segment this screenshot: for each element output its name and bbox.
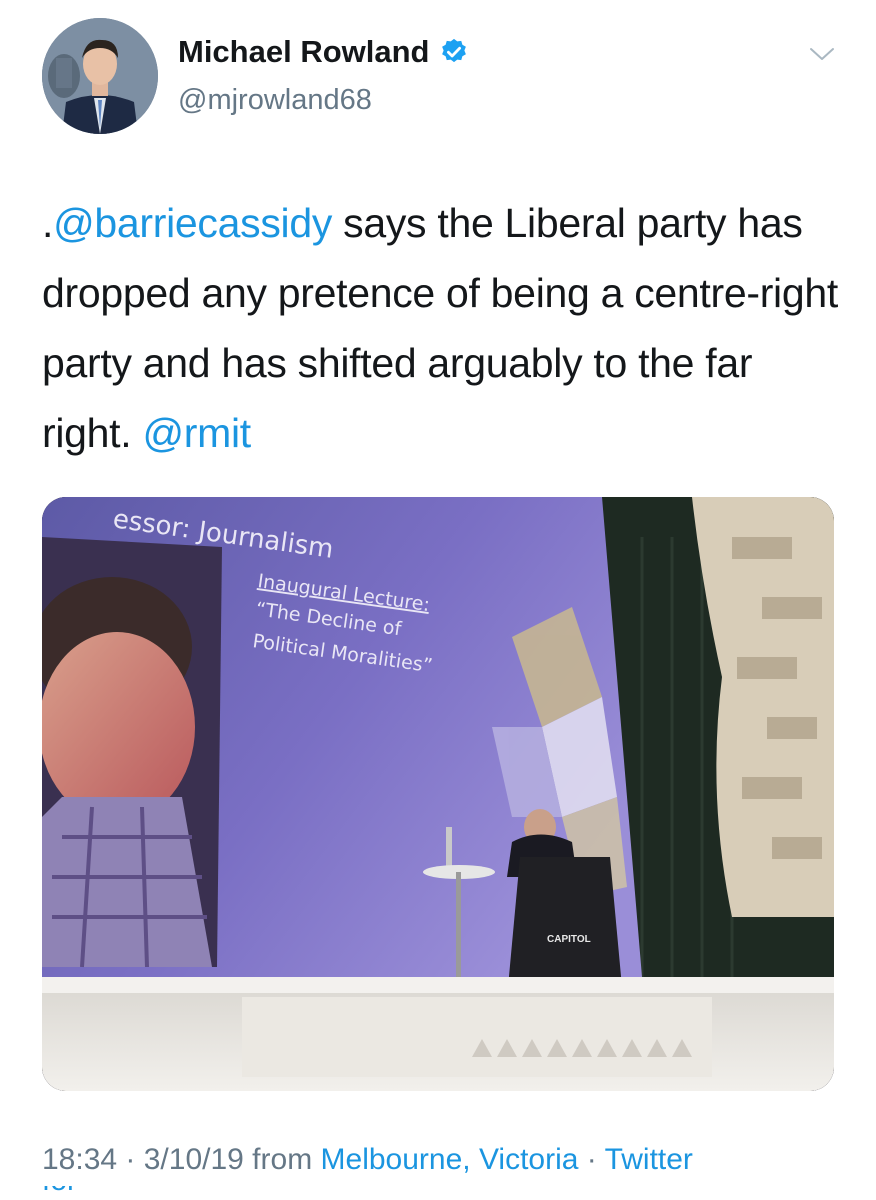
location-link[interactable]: Melbourne, Victoria [321, 1143, 579, 1176]
author-handle[interactable]: @mjrowland68 [178, 84, 372, 117]
mention-link[interactable]: @barriecassidy [53, 200, 332, 246]
tweet-text: .@barriecassidy says the Liberal party h… [42, 188, 842, 468]
tweet-date: 3/10/19 [143, 1143, 244, 1176]
lecture-photo: essor: Journalism Inaugural Lecture: “Th… [42, 497, 834, 1091]
avatar-photo [42, 18, 158, 134]
tweet-time: 18:34 [42, 1143, 118, 1176]
mention-link[interactable]: @rmit [142, 410, 251, 456]
verified-badge-icon [442, 38, 467, 63]
client-link-continued[interactable]: for iPhone [42, 1186, 162, 1200]
tweet-header: Michael Rowland @mjrowland68 [42, 18, 846, 136]
tweet-prefix: . [42, 200, 54, 246]
separator: · [578, 1143, 605, 1176]
tweet-metadata: 18:34 · 3/10/19 from Melbourne, Victoria… [42, 1143, 693, 1177]
tweet-photo[interactable]: essor: Journalism Inaugural Lecture: “Th… [42, 497, 834, 1091]
separator: · [117, 1143, 144, 1176]
client-link[interactable]: Twitter [605, 1143, 693, 1176]
client-link-tail[interactable]: for iPhone [42, 1186, 162, 1200]
author-avatar[interactable] [42, 18, 158, 134]
author-name-row: Michael Rowland [178, 34, 469, 70]
lectern-label: CAPITOL [547, 934, 591, 945]
author-name[interactable]: Michael Rowland [178, 34, 429, 70]
from-label: from [243, 1143, 321, 1176]
chevron-down-icon[interactable] [808, 44, 836, 64]
